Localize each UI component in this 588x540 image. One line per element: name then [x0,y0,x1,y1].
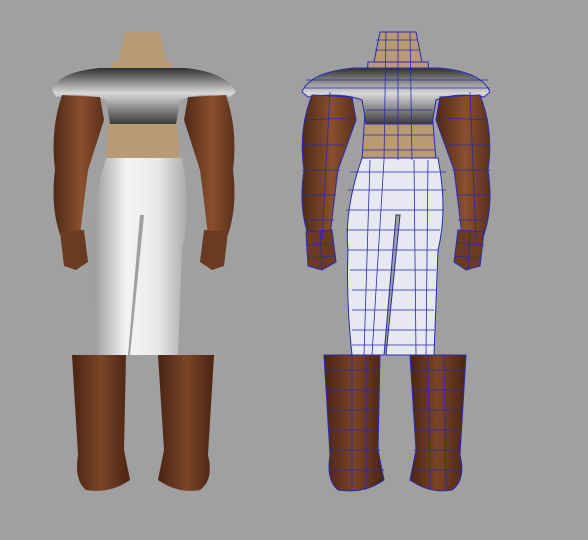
right-boot [409,354,467,492]
character-model-shaded[interactable] [52,32,236,491]
right-boot [158,355,214,491]
left-hand [60,230,88,270]
right-arm [435,94,491,241]
3d-viewport[interactable] [0,0,588,540]
pants [93,158,187,355]
pants [346,157,444,356]
neck [118,32,166,62]
right-arm [184,95,235,240]
character-model-wireframe[interactable] [301,31,491,492]
left-boot [72,355,130,491]
viewport-canvas[interactable] [0,0,588,540]
right-hand [200,230,228,270]
left-boot [323,354,385,492]
